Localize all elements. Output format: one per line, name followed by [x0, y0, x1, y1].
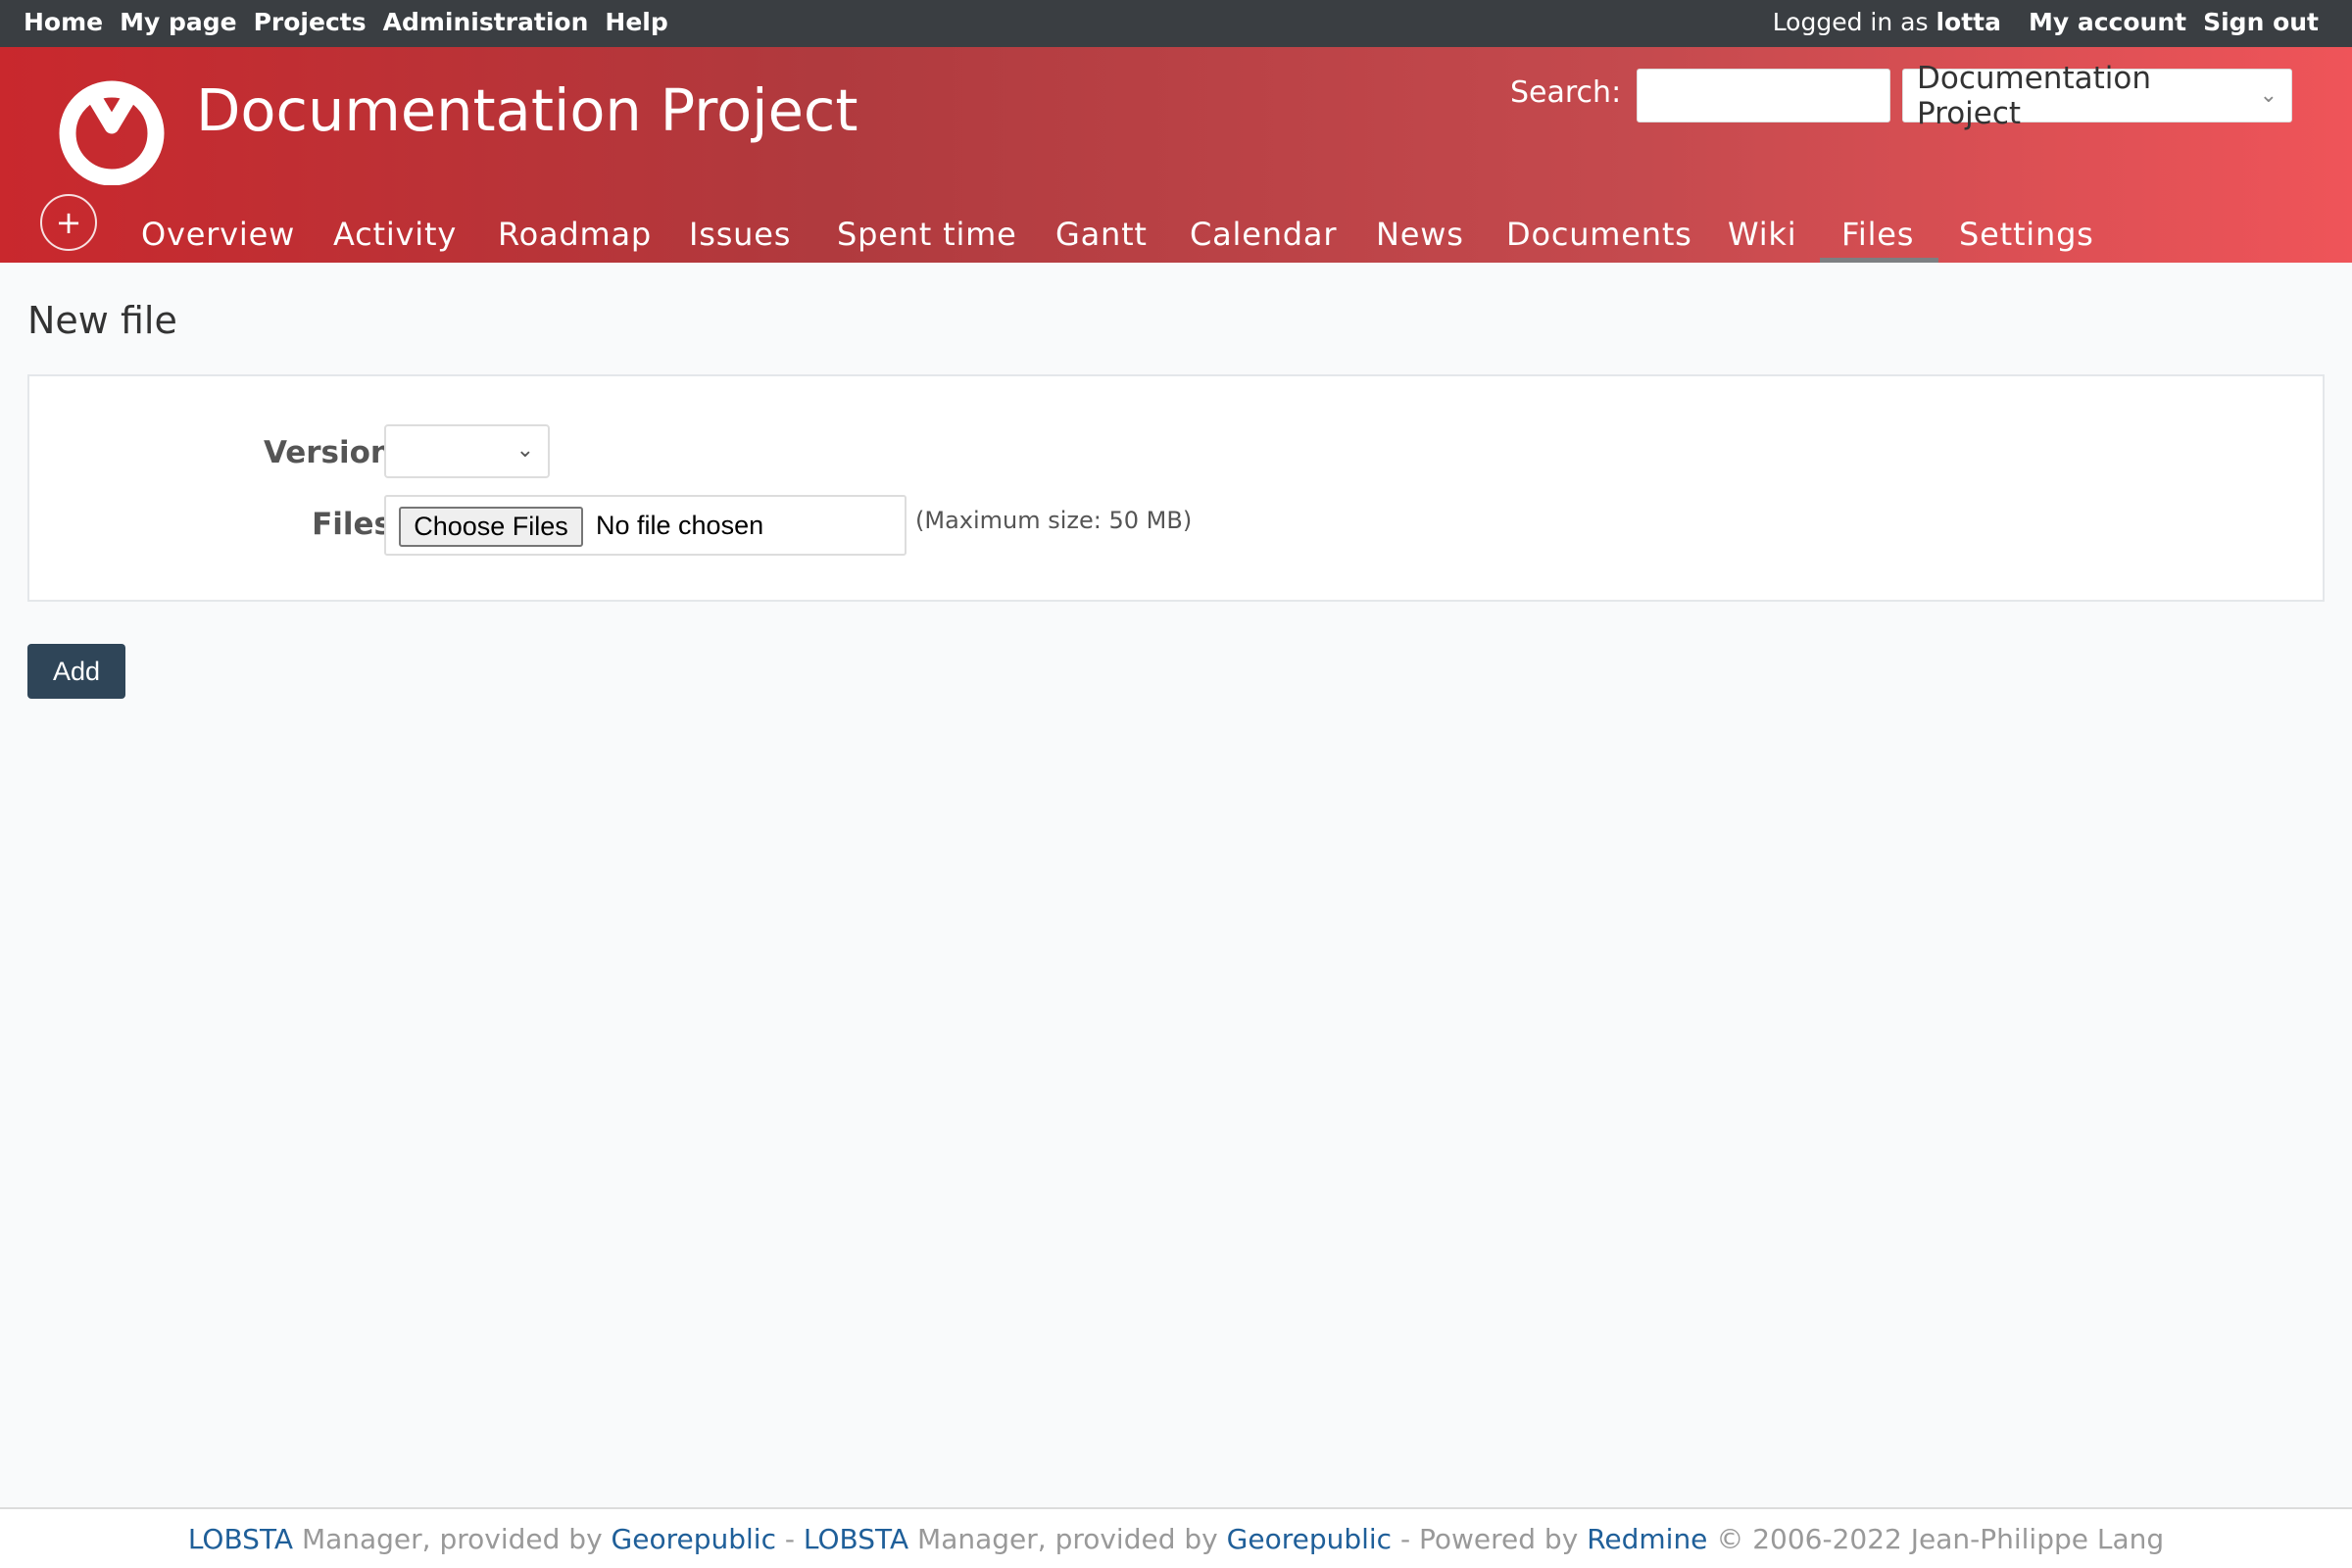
footer-lobsta-link[interactable]: LOBSTA — [804, 1523, 908, 1555]
footer-copyright: © 2006-2022 Jean-Philippe Lang — [1716, 1523, 2165, 1555]
footer-text: Manager, provided by — [917, 1523, 1218, 1555]
sign-out-link[interactable]: Sign out — [2203, 8, 2319, 36]
footer-georepublic-link[interactable]: Georepublic — [612, 1523, 776, 1555]
top-menu-help[interactable]: Help — [605, 8, 667, 36]
choose-files-button[interactable]: Choose Files — [399, 507, 583, 547]
project-jump-select[interactable]: Documentation Project ⌄ — [1902, 61, 2292, 131]
header: Documentation Project Search: Documentat… — [0, 47, 2352, 263]
tab-spent-time[interactable]: Spent time — [837, 216, 1017, 263]
logged-in-prefix: Logged in as — [1772, 7, 1929, 36]
version-label: Version — [263, 435, 392, 470]
user-link[interactable]: lotta — [1936, 8, 2001, 36]
file-input-field: Choose Files No file chosen — [384, 495, 906, 556]
top-menu: Home My page Projects Administration Hel… — [0, 0, 2352, 47]
footer: LOBSTA Manager, provided by Georepublic … — [0, 1507, 2352, 1568]
add-button[interactable]: Add — [27, 644, 125, 699]
top-menu-administration[interactable]: Administration — [383, 8, 589, 36]
my-account-link[interactable]: My account — [2029, 8, 2186, 36]
tab-gantt[interactable]: Gantt — [1055, 216, 1148, 263]
tab-overview[interactable]: Overview — [141, 216, 295, 263]
project-title: Documentation Project — [196, 76, 858, 144]
search-label: Search: — [1510, 75, 1622, 110]
tab-calendar[interactable]: Calendar — [1190, 216, 1337, 263]
tab-news[interactable]: News — [1376, 216, 1464, 263]
chevron-down-icon: ⌄ — [2259, 83, 2278, 108]
tab-documents[interactable]: Documents — [1506, 216, 1692, 263]
top-menu-right: Logged in as lotta My account Sign out — [1773, 0, 2319, 43]
chevron-down-icon: ⌄ — [515, 438, 534, 463]
footer-lobsta-link[interactable]: LOBSTA — [188, 1523, 293, 1555]
redmine-logo-icon[interactable] — [57, 75, 167, 185]
files-label: Files — [312, 507, 392, 542]
max-size-note: (Maximum size: 50 MB) — [915, 507, 1193, 534]
tab-activity[interactable]: Activity — [333, 216, 457, 263]
tab-wiki[interactable]: Wiki — [1728, 216, 1796, 263]
page-title: New file — [27, 299, 177, 342]
tab-settings[interactable]: Settings — [1959, 216, 2094, 263]
new-file-form-box: Version ⌄ Files Choose Files No file cho… — [27, 374, 2325, 602]
plus-icon: + — [55, 204, 82, 241]
footer-text: Manager, provided by — [301, 1523, 603, 1555]
top-menu-my-page[interactable]: My page — [120, 8, 237, 36]
footer-separator: - — [784, 1523, 795, 1555]
project-jump-value: Documentation Project — [1917, 60, 2151, 131]
footer-powered-by: - Powered by — [1399, 1523, 1579, 1555]
top-menu-left: Home My page Projects Administration Hel… — [24, 0, 668, 43]
logged-in-as: Logged in as lotta — [1773, 8, 2001, 36]
footer-georepublic-link[interactable]: Georepublic — [1227, 1523, 1392, 1555]
no-file-chosen-text: No file chosen — [596, 511, 764, 540]
footer-redmine-link[interactable]: Redmine — [1587, 1523, 1707, 1555]
top-menu-home[interactable]: Home — [24, 8, 103, 36]
tab-roadmap[interactable]: Roadmap — [498, 216, 652, 263]
version-select[interactable]: ⌄ — [384, 424, 550, 478]
tab-issues[interactable]: Issues — [689, 216, 791, 263]
top-menu-projects[interactable]: Projects — [254, 8, 367, 36]
tab-files[interactable]: Files — [1819, 216, 1939, 263]
search-input[interactable] — [1637, 69, 1890, 122]
new-object-button[interactable]: + — [40, 194, 97, 251]
